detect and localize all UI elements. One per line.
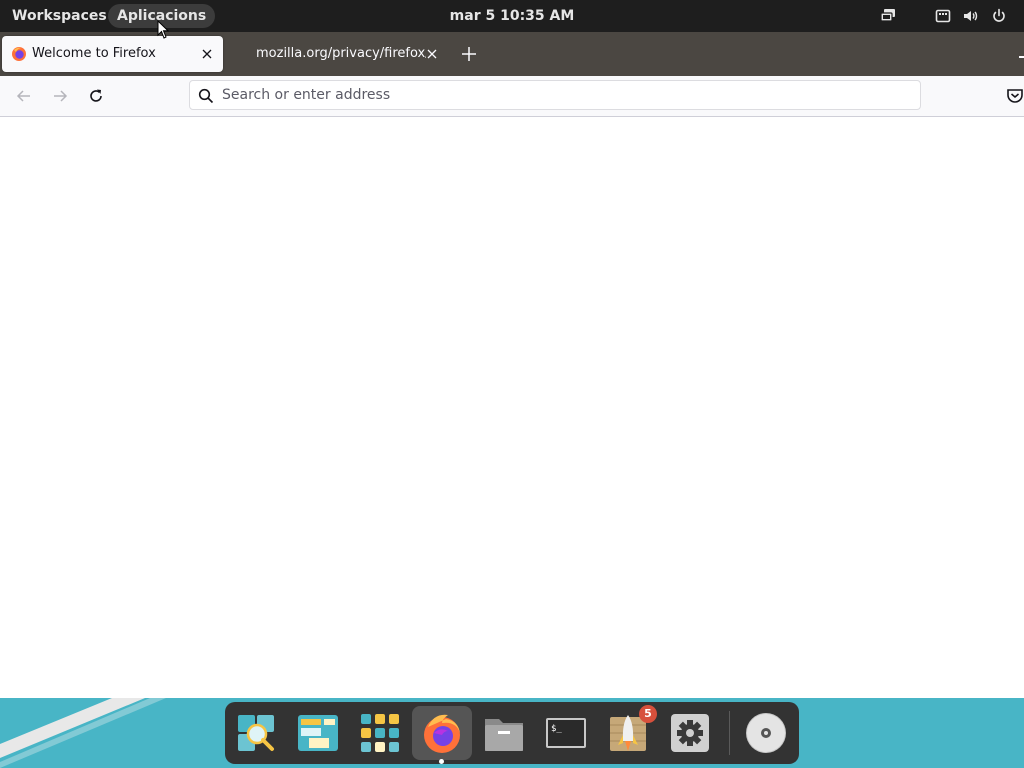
firefox-icon	[12, 47, 26, 61]
forward-arrow-icon[interactable]	[51, 87, 69, 105]
navigation-toolbar	[0, 76, 1024, 117]
disc-icon	[746, 713, 786, 753]
running-indicator	[439, 759, 444, 764]
workspaces-app-icon	[298, 715, 338, 751]
tab-title: mozilla.org/privacy/firefox/	[256, 46, 426, 61]
clock-label[interactable]: mar 5 10:35 AM	[450, 8, 575, 24]
settings-gear-icon	[671, 714, 709, 752]
new-tab-plus-icon[interactable]	[459, 44, 479, 64]
tab-title: Welcome to Firefox	[32, 46, 156, 61]
dock-item-search[interactable]	[229, 706, 283, 760]
dock-item-firefox[interactable]	[412, 706, 472, 760]
dock-item-settings[interactable]	[663, 706, 717, 760]
dock-item-terminal[interactable]: $_	[539, 706, 593, 760]
back-arrow-icon[interactable]	[15, 87, 33, 105]
close-tab-icon[interactable]	[201, 48, 213, 60]
power-icon[interactable]	[991, 8, 1007, 24]
dock-item-disc[interactable]	[739, 706, 793, 760]
page-content[interactable]	[0, 117, 1024, 698]
firefox-app-icon	[424, 714, 460, 753]
reload-icon[interactable]	[87, 87, 105, 105]
folder-icon	[485, 719, 523, 751]
search-app-icon	[238, 715, 274, 751]
pocket-icon[interactable]	[1006, 88, 1024, 104]
dock-item-applications[interactable]	[353, 706, 407, 760]
volume-icon[interactable]	[962, 8, 978, 24]
dock-item-files[interactable]	[477, 706, 531, 760]
tab-mozilla-privacy[interactable]: mozilla.org/privacy/firefox/	[226, 36, 446, 72]
tab-overflow-indicator[interactable]	[1019, 56, 1024, 58]
mouse-cursor-icon	[157, 20, 170, 39]
dock: $_	[225, 702, 799, 764]
tab-strip: Welcome to Firefox mozilla.org/privacy/f…	[0, 32, 1024, 76]
svg-text:$_: $_	[551, 724, 562, 734]
search-icon	[198, 88, 214, 104]
tab-welcome-to-firefox[interactable]: Welcome to Firefox	[2, 36, 223, 72]
close-tab-icon[interactable]	[426, 48, 438, 60]
applications-grid-icon	[361, 714, 399, 752]
address-bar[interactable]	[189, 80, 921, 110]
address-input[interactable]	[222, 81, 902, 109]
notification-badge: 5	[639, 705, 657, 723]
top-panel: Workspaces Aplicacions mar 5 10:35 AM	[0, 0, 1024, 32]
terminal-icon: $_	[546, 718, 586, 748]
dock-item-workspaces[interactable]	[291, 706, 345, 760]
screen-share-icon[interactable]	[880, 8, 896, 24]
keyboard-icon[interactable]	[935, 8, 951, 24]
workspaces-button[interactable]: Workspaces	[4, 4, 115, 28]
dock-separator	[729, 711, 730, 755]
